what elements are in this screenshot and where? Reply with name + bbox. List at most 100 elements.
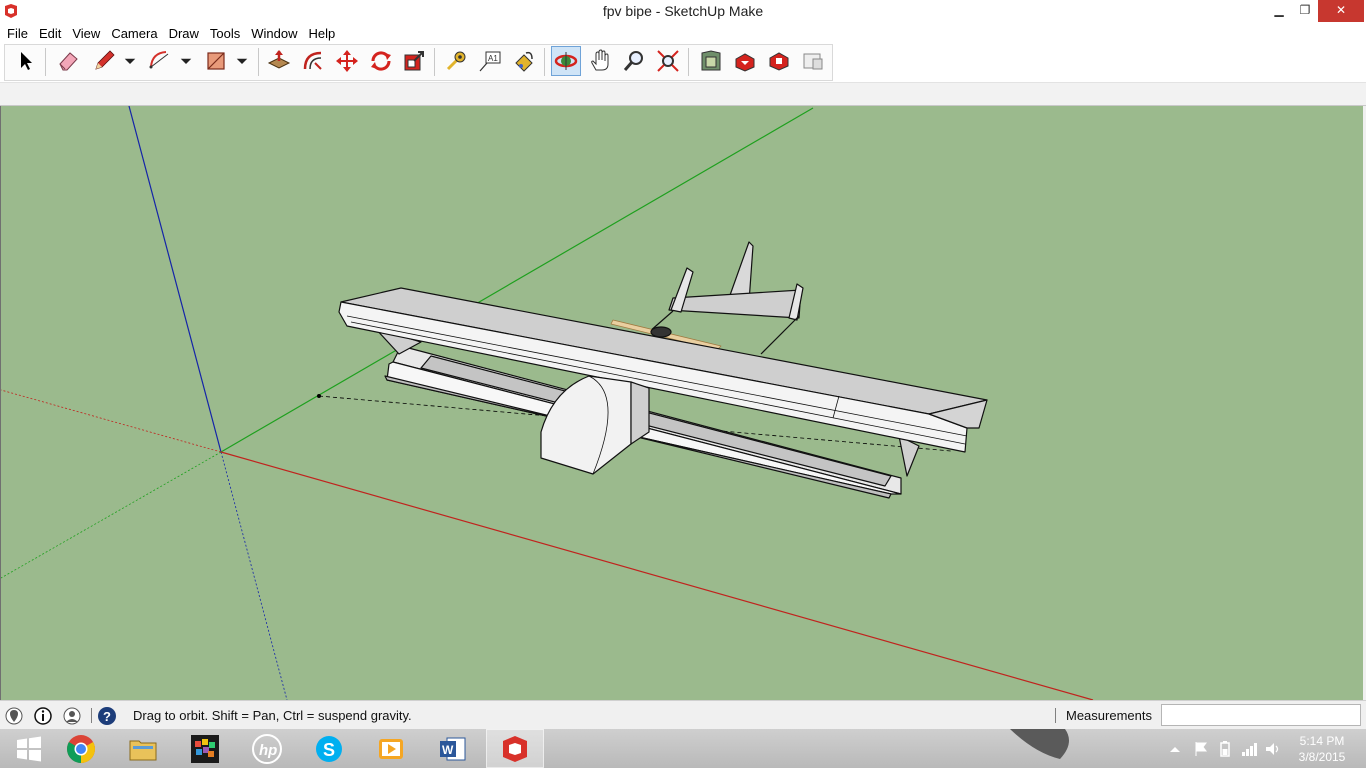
extension-warehouse-button[interactable] — [764, 46, 794, 76]
scale-tool-button[interactable] — [399, 46, 429, 76]
orbit-icon — [554, 52, 578, 70]
measurements-label: Measurements — [1066, 708, 1152, 723]
offset-tool-button[interactable] — [298, 46, 328, 76]
menu-window[interactable]: Window — [247, 26, 304, 41]
rotate-icon — [371, 51, 391, 71]
text-tool-button[interactable]: A1 — [475, 46, 505, 76]
windows-taskbar: hp S W — [0, 729, 1366, 768]
orbit-tool-button[interactable] — [551, 46, 581, 76]
offset-icon — [303, 51, 322, 70]
menu-camera[interactable]: Camera — [107, 26, 164, 41]
3d-warehouse-button[interactable] — [696, 46, 726, 76]
taskbar-sketchup[interactable] — [486, 729, 544, 768]
menu-help[interactable]: Help — [305, 26, 343, 41]
pencil-line-icon — [95, 50, 115, 70]
taskbar-file-explorer[interactable] — [114, 729, 172, 768]
eraser-icon — [59, 52, 78, 71]
menu-edit[interactable]: Edit — [35, 26, 68, 41]
extension-warehouse-icon — [769, 52, 789, 71]
media-player-icon — [379, 738, 403, 759]
blue-axis — [128, 106, 222, 453]
minimize-button[interactable]: ▁ — [1266, 0, 1292, 22]
status-bar: ? Drag to orbit. Shift = Pan, Ctrl = sus… — [0, 700, 1366, 729]
blue-axis-negative — [220, 451, 288, 700]
credits-info-icon[interactable] — [33, 706, 53, 726]
select-tool-button[interactable] — [11, 46, 41, 76]
measurements-separator — [1055, 708, 1056, 723]
layout-button[interactable] — [798, 46, 828, 76]
toolbar-separator — [434, 48, 435, 76]
network-signal-icon[interactable] — [1240, 740, 1258, 758]
title-bar: fpv bipe - SketchUp Make ▁ ❐ ✕ — [0, 0, 1366, 23]
menu-tools[interactable]: Tools — [206, 26, 247, 41]
pan-hand-icon — [591, 49, 609, 71]
rectangle-icon — [207, 52, 225, 70]
show-hidden-icons-icon[interactable] — [1168, 742, 1182, 756]
zoom-icon — [623, 51, 643, 71]
arc-dropdown-button[interactable] — [177, 46, 195, 76]
status-separator — [91, 708, 92, 723]
taskbar-chrome[interactable] — [52, 729, 110, 768]
rectangle-dropdown-button[interactable] — [233, 46, 251, 76]
system-tray — [1168, 737, 1282, 761]
3d-warehouse-icon — [701, 50, 721, 71]
pan-tool-button[interactable] — [585, 46, 615, 76]
close-button[interactable]: ✕ — [1318, 0, 1364, 22]
spinner — [650, 326, 672, 338]
model-scene — [1, 106, 1094, 700]
arc-tool-button[interactable] — [145, 46, 175, 76]
status-hint: Drag to orbit. Shift = Pan, Ctrl = suspe… — [133, 708, 412, 723]
geo-location-icon[interactable] — [4, 706, 24, 726]
menu-view[interactable]: View — [68, 26, 107, 41]
svg-text:?: ? — [103, 709, 111, 724]
taskbar-clock[interactable]: 5:14 PM 3/8/2015 — [1282, 733, 1362, 765]
hp-icon: hp — [252, 733, 282, 764]
zoom-extents-tool-button[interactable] — [653, 46, 683, 76]
battery-icon[interactable] — [1216, 740, 1234, 758]
line-tool-button[interactable] — [89, 46, 119, 76]
toolbar-separator — [45, 48, 46, 76]
eraser-tool-button[interactable] — [53, 46, 83, 76]
maximize-button[interactable]: ❐ — [1292, 0, 1318, 22]
modeling-viewport[interactable] — [0, 106, 1366, 700]
start-icon — [17, 736, 41, 761]
share-model-icon — [735, 53, 755, 72]
clock-date: 3/8/2015 — [1298, 750, 1346, 764]
wallpaper-shape — [1010, 729, 1069, 759]
upper-wing-top — [340, 287, 988, 415]
measurements-input[interactable] — [1161, 704, 1361, 726]
user-account-icon[interactable] — [62, 706, 82, 726]
menu-draw[interactable]: Draw — [165, 26, 206, 41]
action-center-flag-icon[interactable] — [1192, 740, 1210, 758]
svg-text:A1: A1 — [488, 54, 498, 63]
rotate-tool-button[interactable] — [366, 46, 396, 76]
paint-bucket-icon — [515, 51, 533, 72]
line-dropdown-button[interactable] — [121, 46, 139, 76]
menu-file[interactable]: File — [3, 26, 35, 41]
taskbar-hp[interactable]: hp — [238, 729, 296, 768]
paint-bucket-tool-button[interactable] — [509, 46, 539, 76]
airplane-model — [338, 241, 988, 499]
arc-icon — [149, 51, 169, 69]
red-axis — [220, 451, 1094, 700]
volume-icon[interactable] — [1264, 740, 1282, 758]
tail-horizontal-stab — [668, 289, 802, 319]
taskbar-skype[interactable]: S — [300, 729, 358, 768]
svg-text:W: W — [442, 743, 454, 757]
move-tool-button[interactable] — [332, 46, 362, 76]
zoom-tool-button[interactable] — [619, 46, 649, 76]
push-pull-tool-button[interactable] — [264, 46, 294, 76]
chevron-down-icon — [124, 58, 136, 64]
taskbar-media-player[interactable] — [362, 729, 420, 768]
start-button[interactable] — [0, 729, 58, 768]
tape-measure-tool-button[interactable] — [441, 46, 471, 76]
window-title: fpv bipe - SketchUp Make — [602, 3, 764, 19]
help-icon[interactable]: ? — [97, 706, 117, 726]
file-explorer-icon — [129, 740, 157, 760]
share-model-button[interactable] — [730, 46, 760, 76]
taskbar-app-grid[interactable] — [176, 729, 234, 768]
scale-icon — [404, 51, 424, 71]
taskbar-word[interactable]: W — [424, 729, 482, 768]
rectangle-tool-button[interactable] — [201, 46, 231, 76]
secondary-toolbar-strip — [0, 82, 1366, 106]
